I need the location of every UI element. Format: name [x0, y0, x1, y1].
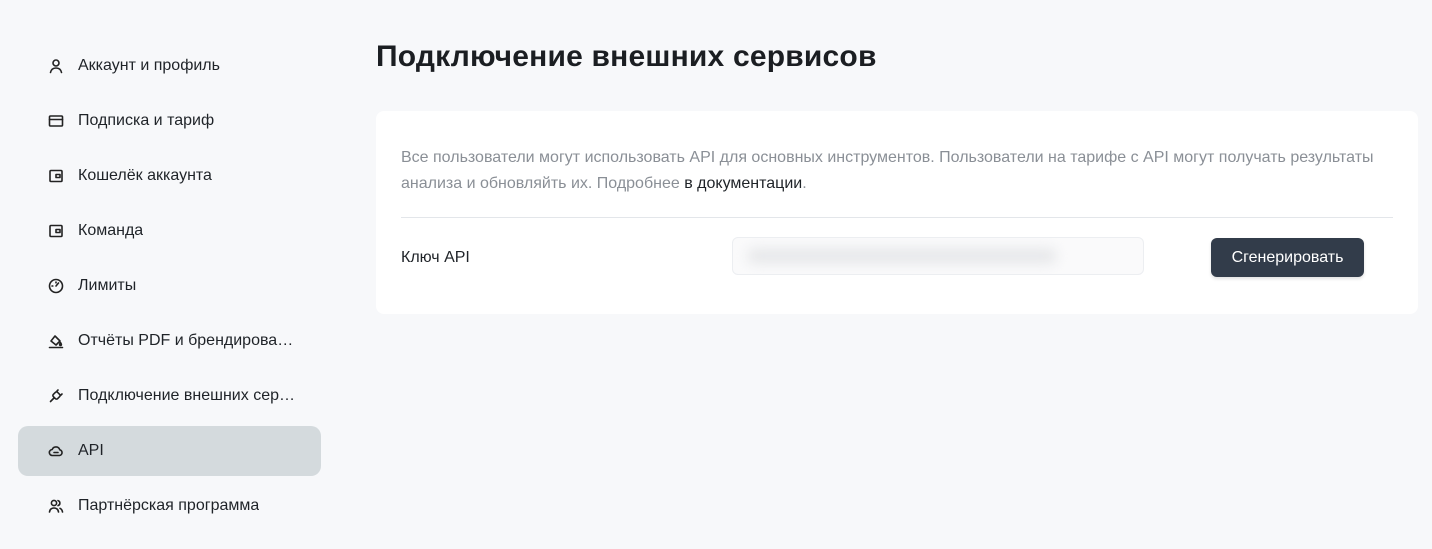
- gauge-icon: [48, 278, 64, 294]
- sidebar-item-label: Отчёты PDF и брендирова…: [78, 332, 294, 349]
- wallet-icon: [48, 168, 64, 184]
- sidebar-item-limits[interactable]: Лимиты: [18, 261, 321, 311]
- sidebar-item-partners[interactable]: Партнёрская программа: [18, 481, 321, 531]
- team-icon: [48, 223, 64, 239]
- plug-icon: [48, 388, 64, 404]
- api-settings-card: Все пользователи могут использовать API …: [376, 111, 1418, 314]
- sidebar-item-label: API: [78, 442, 104, 459]
- sidebar-item-label: Лимиты: [78, 277, 137, 294]
- sidebar-item-label: Партнёрская программа: [78, 497, 260, 514]
- cloud-api-icon: [48, 443, 64, 459]
- sidebar-item-pdf-reports[interactable]: Отчёты PDF и брендирова…: [18, 316, 321, 366]
- paint-bucket-icon: [48, 333, 64, 349]
- description-text: Все пользователи могут использовать API …: [401, 149, 1374, 192]
- api-key-row: Ключ API Сгенерировать: [401, 218, 1393, 298]
- sidebar-item-label: Подключение внешних сер…: [78, 387, 295, 404]
- sidebar-item-wallet[interactable]: Кошелёк аккаунта: [18, 151, 321, 201]
- description-end: .: [802, 175, 807, 192]
- sidebar-item-api[interactable]: API: [18, 426, 321, 476]
- api-key-field[interactable]: [732, 237, 1144, 275]
- sidebar-item-label: Команда: [78, 222, 144, 239]
- generate-button[interactable]: Сгенерировать: [1211, 238, 1364, 277]
- sidebar-item-integrations[interactable]: Подключение внешних сер…: [18, 371, 321, 421]
- api-key-redacted: [747, 248, 1057, 264]
- user-icon: [48, 58, 64, 74]
- card-icon: [48, 113, 64, 129]
- documentation-link[interactable]: в документации: [684, 175, 802, 192]
- sidebar-item-account[interactable]: Аккаунт и профиль: [18, 41, 321, 91]
- partners-icon: [48, 498, 64, 514]
- sidebar-item-label: Аккаунт и профиль: [78, 57, 220, 74]
- sidebar-item-subscription[interactable]: Подписка и тариф: [18, 96, 321, 146]
- api-description: Все пользователи могут использовать API …: [401, 145, 1401, 197]
- page-title: Подключение внешних сервисов: [376, 40, 877, 73]
- sidebar-item-label: Подписка и тариф: [78, 112, 215, 129]
- sidebar-item-label: Кошелёк аккаунта: [78, 167, 212, 184]
- api-key-label: Ключ API: [401, 249, 470, 266]
- settings-sidebar: Аккаунт и профиль Подписка и тариф Кошел…: [18, 41, 321, 536]
- sidebar-item-team[interactable]: Команда: [18, 206, 321, 256]
